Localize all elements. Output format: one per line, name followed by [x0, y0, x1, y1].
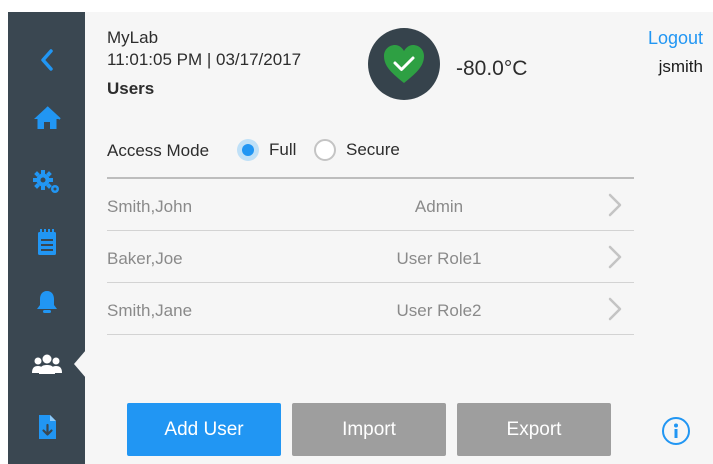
notepad-icon: [37, 229, 56, 255]
sidebar-item-notes[interactable]: [8, 214, 85, 270]
add-user-button[interactable]: Add User: [127, 403, 281, 456]
user-row[interactable]: Smith,Jane User Role2: [107, 283, 634, 335]
user-name: Baker,Joe: [107, 249, 183, 268]
info-icon: [674, 423, 678, 438]
chevron-right-icon: [608, 297, 622, 321]
bell-icon: [36, 291, 57, 313]
radio-label: Full: [269, 140, 297, 159]
heart-check-icon: [384, 45, 424, 83]
access-mode-secure-radio[interactable]: Secure: [314, 139, 400, 161]
main-panel: MyLab 11:01:05 PM | 03/17/2017 Users -80…: [85, 12, 713, 464]
user-name: Smith,Jane: [107, 301, 193, 320]
access-mode-full-radio[interactable]: Full: [237, 139, 296, 161]
sidebar-item-export-file[interactable]: [8, 399, 85, 455]
sidebar-item-home[interactable]: [8, 90, 85, 146]
home-icon: [33, 106, 61, 129]
user-row[interactable]: Smith,John Admin: [107, 179, 634, 231]
info-button[interactable]: [662, 417, 690, 445]
user-name: Smith,John: [107, 197, 193, 216]
temperature-readout: -80.0°C: [456, 57, 528, 80]
back-chevron-icon: [40, 49, 53, 71]
username: jsmith: [658, 57, 703, 76]
sidebar-item-alarms[interactable]: [8, 274, 85, 330]
access-mode-label: Access Mode: [107, 141, 210, 160]
lab-name: MyLab: [107, 28, 159, 47]
export-button[interactable]: Export: [457, 403, 611, 456]
radio-label: Secure: [346, 140, 400, 159]
sidebar-item-settings[interactable]: [8, 154, 85, 210]
sidebar: [8, 12, 86, 464]
document-download-icon: [38, 415, 56, 439]
radio-selected-indicator: [237, 139, 259, 161]
user-role: User Role1: [396, 249, 482, 268]
chevron-right-icon: [608, 245, 622, 269]
settings-gears-icon: [32, 170, 59, 193]
datetime: 11:01:05 PM | 03/17/2017: [107, 50, 302, 69]
page-title: Users: [107, 79, 155, 98]
user-list: Smith,John Admin Baker,Joe User Role1 Sm…: [107, 177, 634, 335]
logout-link[interactable]: Logout: [648, 28, 703, 49]
radio-unselected-indicator: [314, 139, 336, 161]
sidebar-item-users[interactable]: [8, 336, 86, 392]
chevron-right-icon: [608, 193, 622, 217]
user-row[interactable]: Baker,Joe User Role1: [107, 231, 634, 283]
user-role: Admin: [414, 197, 464, 216]
user-role: User Role2: [396, 301, 482, 320]
status-indicator: [368, 28, 440, 100]
import-button[interactable]: Import: [292, 403, 446, 456]
users-icon: [31, 354, 62, 374]
back-button[interactable]: [8, 32, 85, 88]
